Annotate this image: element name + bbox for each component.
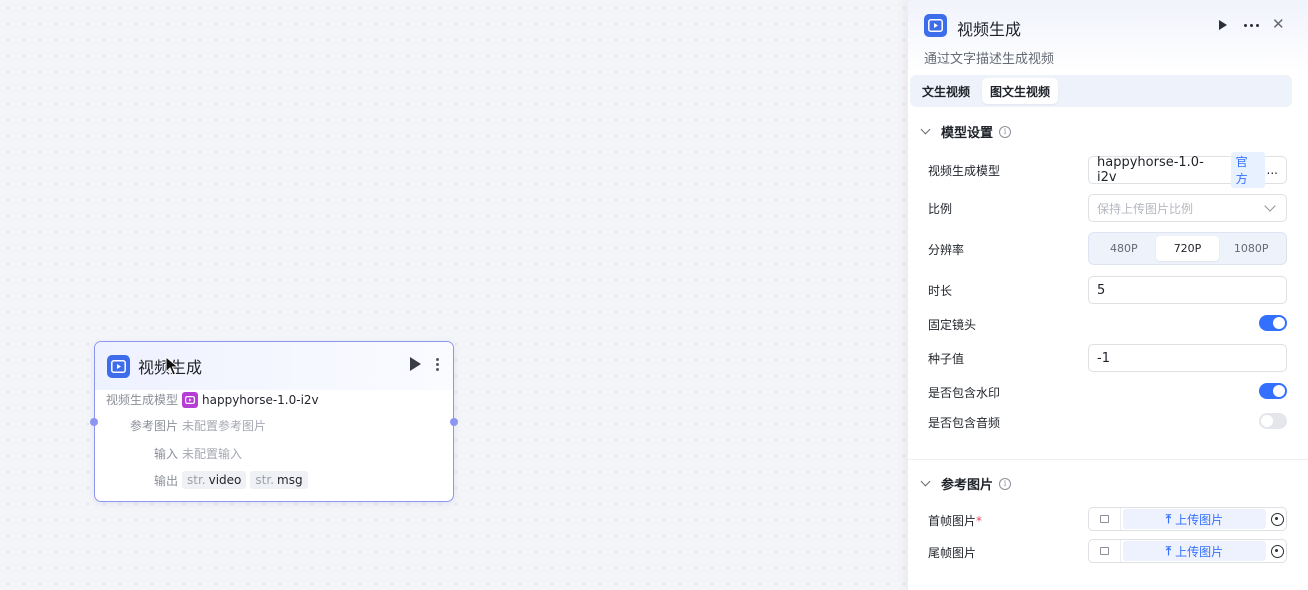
run-node-icon[interactable] — [410, 357, 421, 371]
watermark-label: 是否包含水印 — [928, 386, 1001, 400]
panel-description: 通过文字描述生成视频 — [924, 52, 1055, 67]
model-select[interactable]: happyhorse-1.0-i2v 官方 ... — [1088, 152, 1287, 188]
last-frame-label: 尾帧图片 — [928, 546, 977, 560]
image-icon[interactable] — [1089, 540, 1121, 562]
resolution-720p[interactable]: 720P — [1155, 236, 1220, 261]
chevron-down-icon — [1264, 200, 1276, 212]
duration-input[interactable]: 5 — [1088, 276, 1287, 304]
model-settings-header[interactable]: 模型设置 i — [920, 122, 1012, 141]
mouse-cursor-icon — [165, 356, 180, 376]
output-tag-video: str. video — [182, 471, 247, 489]
reference-images-header[interactable]: 参考图片 i — [920, 474, 1012, 493]
audio-toggle[interactable] — [1259, 413, 1287, 429]
upload-button[interactable]: ⤒ 上传图片 — [1123, 541, 1266, 561]
seed-label: 种子值 — [928, 352, 965, 366]
official-badge: 官方 — [1230, 152, 1265, 188]
close-icon[interactable]: ✕ — [1272, 17, 1285, 32]
node-header[interactable]: 视频生成 — [95, 342, 453, 390]
more-horizontal-icon[interactable] — [1244, 24, 1259, 27]
more-vertical-icon[interactable] — [435, 357, 439, 371]
chevron-down-icon[interactable] — [920, 476, 931, 487]
model-icon — [182, 391, 199, 408]
fixed-lens-toggle[interactable] — [1259, 315, 1287, 331]
video-icon — [107, 354, 130, 378]
run-icon[interactable] — [1219, 20, 1227, 30]
watermark-toggle[interactable] — [1259, 383, 1287, 399]
model-label: 视频生成模型 — [928, 164, 1001, 178]
node-settings-panel: 视频生成 通过文字描述生成视频 ✕ 文生视频 图文生视频 模型设置 i 视频生成… — [907, 0, 1308, 590]
variable-icon[interactable] — [1268, 540, 1286, 562]
output-tag-msg: str. msg — [250, 471, 308, 489]
ratio-label: 比例 — [928, 202, 953, 216]
first-frame-label: 首帧图片* — [928, 514, 983, 528]
node-model-row: 视频生成模型 happyhorse-1.0-i2v — [106, 391, 319, 408]
info-icon[interactable]: i — [999, 125, 1012, 138]
video-gen-node[interactable]: 视频生成 视频生成模型 happyhorse-1.0-i2v 参考图片 未配置参… — [90, 341, 458, 502]
node-input-row: 输入 未配置输入 — [154, 447, 243, 461]
video-icon — [924, 14, 947, 37]
resolution-segmented: 480P 720P 1080P — [1088, 232, 1287, 265]
resolution-480p[interactable]: 480P — [1092, 236, 1156, 261]
upload-icon: ⤒ — [1165, 511, 1172, 526]
chevron-down-icon[interactable] — [920, 124, 931, 135]
duration-label: 时长 — [928, 284, 953, 298]
upload-button[interactable]: ⤒ 上传图片 — [1123, 509, 1266, 529]
upload-icon: ⤒ — [1165, 543, 1172, 558]
output-handle[interactable] — [450, 418, 458, 426]
input-handle[interactable] — [90, 418, 98, 426]
panel-title: 视频生成 — [957, 20, 1022, 39]
ratio-select[interactable]: 保持上传图片比例 — [1088, 194, 1287, 222]
node-output-row: 输出 str. video str. msg — [154, 471, 308, 489]
tab-image-text-to-video[interactable]: 图文生视频 — [982, 78, 1059, 104]
mode-tabs: 文生视频 图文生视频 — [910, 75, 1292, 107]
variable-icon[interactable] — [1268, 508, 1286, 530]
image-icon[interactable] — [1089, 508, 1121, 530]
info-icon[interactable]: i — [999, 477, 1012, 490]
resolution-label: 分辨率 — [928, 243, 965, 257]
resolution-1080p[interactable]: 1080P — [1219, 236, 1283, 261]
section-divider — [908, 459, 1308, 460]
last-frame-upload: ⤒ 上传图片 — [1088, 539, 1287, 563]
audio-label: 是否包含音频 — [928, 416, 1001, 430]
fixed-lens-label: 固定镜头 — [928, 318, 977, 332]
seed-input[interactable]: -1 — [1088, 344, 1287, 372]
first-frame-upload: ⤒ 上传图片 — [1088, 507, 1287, 531]
node-ref-row: 参考图片 未配置参考图片 — [130, 419, 267, 433]
tab-text-to-video[interactable]: 文生视频 — [914, 78, 978, 104]
